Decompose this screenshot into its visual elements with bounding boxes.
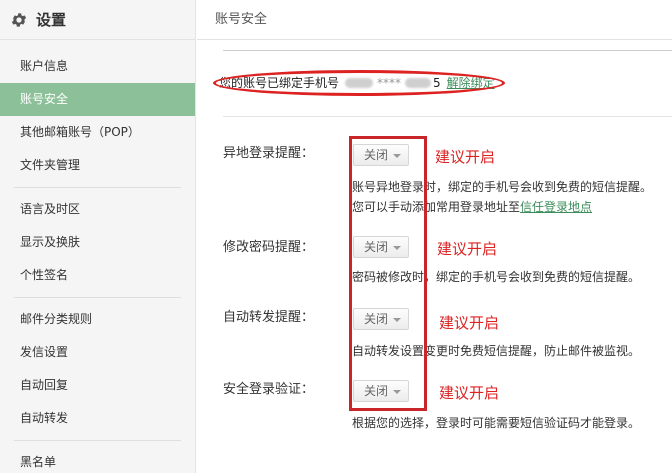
divider (223, 116, 672, 117)
sidebar-header: 设置 (0, 0, 195, 40)
sidebar-item-language-timezone[interactable]: 语言及时区 (0, 193, 195, 226)
page-title: 账号安全 (197, 0, 672, 40)
sidebar-item-account-security[interactable]: 账号安全 (0, 83, 195, 116)
recommend-enable-text: 建议开启 (439, 384, 500, 402)
sidebar-divider (14, 440, 181, 441)
sidebar-item-auto-reply[interactable]: 自动回复 (0, 369, 195, 402)
secure-login-verify-desc: 根据您的选择，登录时可能需要短信验证码才能登录。 (352, 416, 641, 430)
sidebar-item-blacklist[interactable]: 黑名单 (0, 446, 195, 473)
sidebar-nav: 账户信息 账号安全 其他邮箱账号（POP） 文件夹管理 语言及时区 显示及换肤 … (0, 40, 195, 473)
main-panel: 账号安全 您的账号已绑定手机号 **** 5 解除绑定 异地登录提醒： 关闭 建… (197, 0, 672, 473)
sidebar-item-mail-rules[interactable]: 邮件分类规则 (0, 303, 195, 336)
sidebar-divider (14, 187, 181, 188)
sidebar-item-send-settings[interactable]: 发信设置 (0, 336, 195, 369)
recommend-enable-text: 建议开启 (435, 148, 496, 166)
highlight-oval (213, 70, 505, 96)
sidebar-item-account-info[interactable]: 账户信息 (0, 50, 195, 83)
auto-forward-alert-label: 自动转发提醒： (223, 310, 315, 325)
password-change-alert-label: 修改密码提醒： (223, 240, 315, 255)
divider (223, 50, 672, 51)
settings-title: 设置 (36, 11, 67, 29)
recommend-enable-text: 建议开启 (437, 240, 498, 258)
sidebar: 设置 账户信息 账号安全 其他邮箱账号（POP） 文件夹管理 语言及时区 显示及… (0, 0, 196, 473)
secure-login-verify-label: 安全登录验证： (223, 382, 315, 397)
highlight-box (349, 136, 427, 411)
sidebar-item-folders[interactable]: 文件夹管理 (0, 149, 195, 182)
sidebar-item-signature[interactable]: 个性签名 (0, 259, 195, 292)
recommend-enable-text: 建议开启 (439, 314, 500, 332)
sidebar-item-pop-accounts[interactable]: 其他邮箱账号（POP） (0, 116, 195, 149)
sidebar-divider (14, 297, 181, 298)
sidebar-item-auto-forward[interactable]: 自动转发 (0, 402, 195, 435)
remote-login-alert-label: 异地登录提醒： (223, 146, 315, 161)
gear-icon (11, 12, 27, 27)
sidebar-item-display-skin[interactable]: 显示及换肤 (0, 226, 195, 259)
trusted-locations-link[interactable]: 信任登录地点 (520, 200, 592, 214)
